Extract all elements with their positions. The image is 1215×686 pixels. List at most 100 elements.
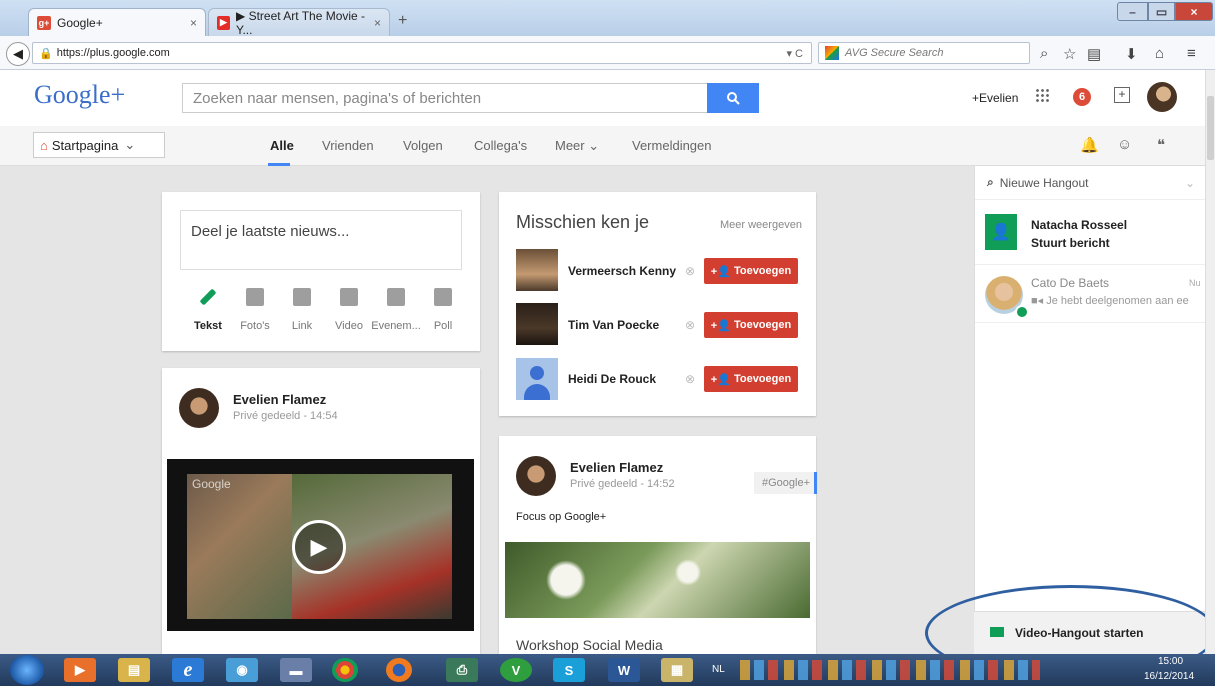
- apps-grid-icon[interactable]: [1035, 88, 1049, 102]
- avatar[interactable]: [516, 456, 556, 496]
- play-icon[interactable]: ▶: [292, 520, 346, 574]
- share-link-button[interactable]: Link: [282, 288, 322, 332]
- gplus-subnav: ⌂ Startpagina ⌄ Alle Vrienden Volgen Col…: [0, 126, 1205, 166]
- people-icon[interactable]: ☺: [1117, 136, 1132, 153]
- language-indicator[interactable]: NL: [712, 664, 725, 675]
- dismiss-icon[interactable]: ⊗: [685, 264, 695, 278]
- person-name[interactable]: Tim Van Poecke: [568, 318, 659, 332]
- web-search-input[interactable]: AVG Secure Search: [818, 42, 1030, 64]
- hangout-item[interactable]: 👤 Natacha Rosseel Stuurt bericht: [975, 200, 1205, 265]
- home-icon[interactable]: ⌂: [1155, 45, 1164, 62]
- maximize-button[interactable]: ▭: [1148, 2, 1175, 21]
- search-engine-label: AVG Secure Search: [845, 47, 944, 59]
- skype-icon[interactable]: S: [553, 658, 585, 682]
- tab-vermeldingen[interactable]: Vermeldingen: [632, 138, 712, 153]
- post-author[interactable]: Evelien Flamez: [570, 460, 663, 475]
- share-plus-icon[interactable]: +: [1114, 87, 1130, 103]
- tab-vrienden[interactable]: Vrienden: [322, 138, 374, 153]
- clock-time[interactable]: 15:00: [1158, 656, 1183, 667]
- folder-icon[interactable]: ▦: [661, 658, 693, 682]
- search-icon[interactable]: ⌕: [1040, 45, 1048, 62]
- file-explorer-icon[interactable]: ▤: [118, 658, 150, 682]
- action-label: Video: [335, 320, 363, 332]
- media-player-icon[interactable]: ▶: [64, 658, 96, 682]
- tab-street-art[interactable]: ▶ ▶ Street Art The Movie - Y... ×: [208, 8, 390, 37]
- search-button[interactable]: [707, 83, 759, 113]
- internet-explorer-icon[interactable]: e: [172, 658, 204, 682]
- person-photo[interactable]: [516, 303, 558, 345]
- profile-link[interactable]: +Evelien: [972, 91, 1018, 105]
- back-arrow-icon[interactable]: ◀: [6, 42, 30, 66]
- add-person-button[interactable]: +👤 Toevoegen: [704, 312, 798, 338]
- scrollbar-thumb[interactable]: [1207, 96, 1214, 160]
- suggestions-title: Misschien ken je: [516, 212, 650, 232]
- chrome-icon[interactable]: [332, 658, 358, 682]
- close-tab-icon[interactable]: ×: [190, 16, 197, 30]
- close-tab-icon[interactable]: ×: [374, 16, 381, 30]
- post-card: Evelien Flamez Privé gedeeld - 14:54 Goo…: [162, 368, 480, 654]
- share-photo-button[interactable]: Foto's: [235, 288, 275, 332]
- tab-collegas[interactable]: Collega's: [474, 138, 527, 153]
- photos-icon[interactable]: ◉: [226, 658, 258, 682]
- calendar-icon: [387, 288, 405, 306]
- page-scrollbar[interactable]: [1205, 70, 1215, 654]
- person-name[interactable]: Vermeersch Kenny: [568, 264, 676, 278]
- gplus-logo[interactable]: Google+: [34, 80, 125, 110]
- avatar[interactable]: [179, 388, 219, 428]
- hangout-item[interactable]: Cato De Baets Nu ■◂ Je hebt deelgenomen …: [975, 264, 1205, 323]
- home-menu-button[interactable]: ⌂ Startpagina ⌄: [33, 132, 165, 158]
- bell-icon[interactable]: 🔔: [1080, 136, 1099, 154]
- close-window-button[interactable]: ×: [1175, 2, 1213, 21]
- bookmarks-list-icon[interactable]: ▤: [1087, 45, 1101, 63]
- tab-meer[interactable]: Meer ⌄: [555, 138, 599, 154]
- add-person-button[interactable]: +👤 Toevoegen: [704, 258, 798, 284]
- share-text-button[interactable]: Tekst: [188, 288, 228, 332]
- reload-icon[interactable]: ▾ C: [786, 47, 803, 60]
- dismiss-icon[interactable]: ⊗: [685, 372, 695, 386]
- home-icon: ⌂: [40, 137, 48, 153]
- gplus-search-input[interactable]: Zoeken naar mensen, pagina's of berichte…: [182, 83, 708, 113]
- post-image[interactable]: [505, 542, 810, 618]
- add-person-button[interactable]: +👤 Toevoegen: [704, 366, 798, 392]
- person-name[interactable]: Heidi De Rouck: [568, 372, 656, 386]
- person-photo[interactable]: [516, 249, 558, 291]
- firefox-icon[interactable]: [386, 658, 412, 682]
- new-tab-button[interactable]: +: [398, 12, 407, 30]
- share-event-button[interactable]: Evenem...: [371, 288, 421, 332]
- clock-date[interactable]: 16/12/2014: [1144, 671, 1194, 682]
- avatar[interactable]: [1147, 82, 1177, 112]
- share-input[interactable]: Deel je laatste nieuws...: [180, 210, 462, 270]
- start-button[interactable]: [10, 655, 44, 685]
- person-photo[interactable]: [516, 358, 558, 400]
- vine-icon[interactable]: V: [500, 658, 532, 682]
- community-tag[interactable]: #Google+: [754, 472, 817, 494]
- download-icon[interactable]: ⬇: [1125, 45, 1138, 63]
- post-author[interactable]: Evelien Flamez: [233, 392, 326, 407]
- share-poll-button[interactable]: Poll: [423, 288, 463, 332]
- tab-alle[interactable]: Alle: [270, 138, 294, 153]
- hangout-status-text: Je hebt deelgenomen aan ee: [1046, 295, 1189, 307]
- url-text: https://plus.google.com: [56, 47, 170, 59]
- dismiss-icon[interactable]: ⊗: [685, 318, 695, 332]
- tab-google-plus[interactable]: g+ Google+ ×: [28, 8, 206, 36]
- share-video-button[interactable]: Video: [329, 288, 369, 332]
- menu-icon[interactable]: ≡: [1187, 45, 1196, 62]
- printer-icon[interactable]: ⎙: [446, 658, 478, 682]
- bookmark-star-icon[interactable]: ☆: [1063, 45, 1076, 63]
- add-label: Toevoegen: [733, 373, 792, 385]
- more-link[interactable]: Meer weergeven: [720, 219, 802, 231]
- word-icon[interactable]: W: [608, 658, 640, 682]
- minimize-button[interactable]: –: [1117, 2, 1148, 21]
- video-player[interactable]: Google ▶: [167, 459, 474, 631]
- network-icon[interactable]: ▬: [280, 658, 312, 682]
- video-label: Google: [192, 477, 231, 491]
- tab-volgen[interactable]: Volgen: [403, 138, 443, 153]
- new-hangout-input[interactable]: ⌕ Nieuwe Hangout ⌄: [975, 166, 1205, 200]
- hangouts-icon[interactable]: ❝: [1157, 136, 1165, 154]
- system-tray-icons[interactable]: [740, 660, 1040, 680]
- notification-badge[interactable]: 6: [1073, 88, 1091, 106]
- action-label: Poll: [433, 320, 453, 332]
- post-meta: Privé gedeeld - 14:52: [570, 478, 675, 490]
- url-bar[interactable]: 🔒 https://plus.google.com ▾ C: [32, 42, 812, 64]
- camera-icon: [246, 288, 264, 306]
